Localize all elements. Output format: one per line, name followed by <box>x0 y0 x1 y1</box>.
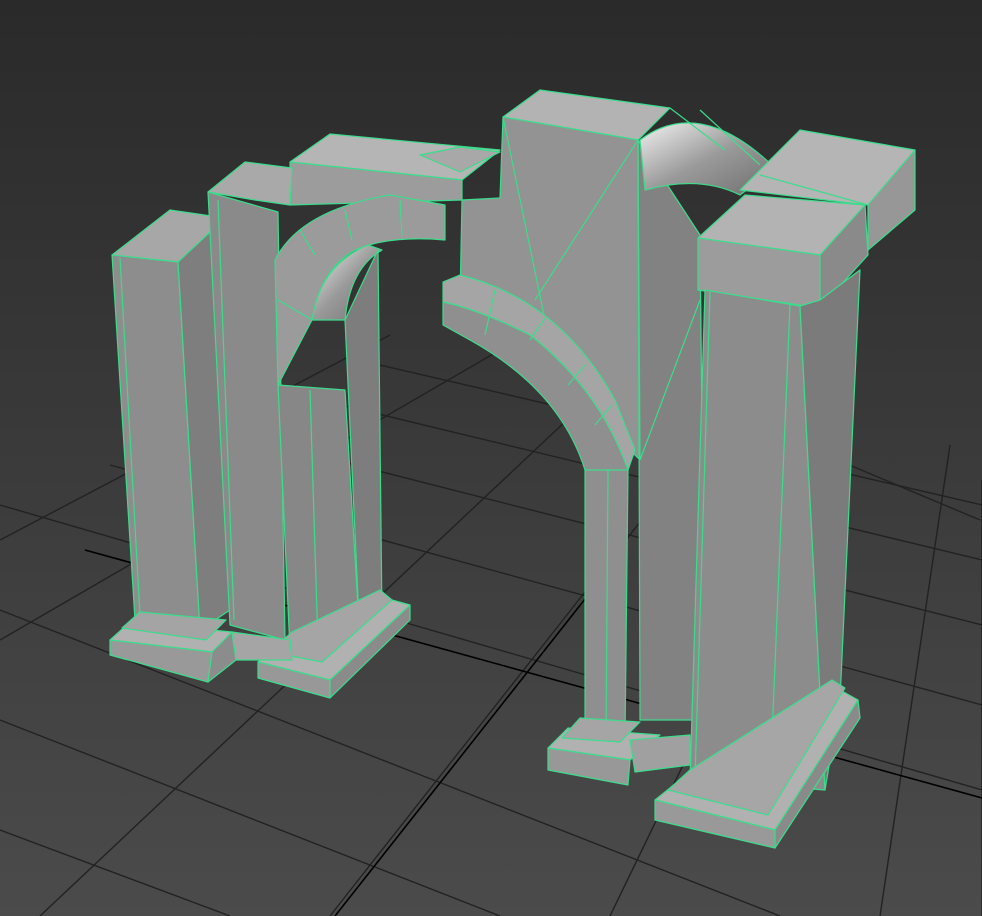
3d-viewport[interactable] <box>0 0 982 916</box>
viewport-canvas[interactable] <box>0 0 982 916</box>
